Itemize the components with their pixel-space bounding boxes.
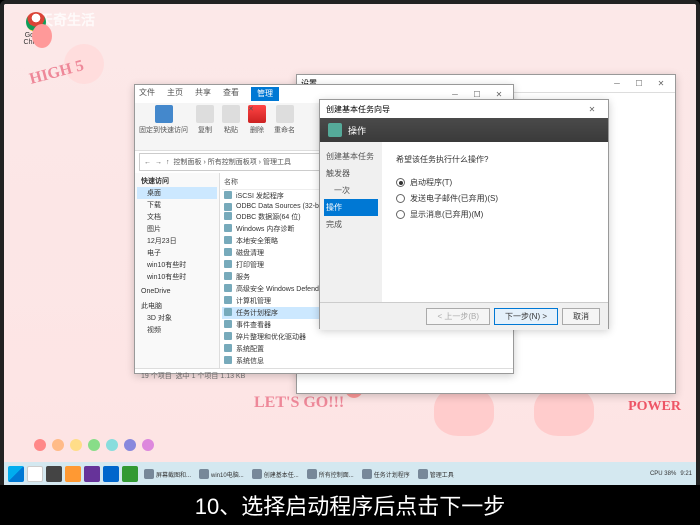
delete-icon: ✕ — [248, 105, 266, 123]
ribbon-copy[interactable]: 复制 — [196, 105, 214, 135]
tray-time: 9:21 — [680, 471, 692, 477]
radio-icon — [396, 178, 405, 187]
taskview-icon[interactable] — [46, 466, 62, 482]
sidebar-onedrive[interactable]: OneDrive — [137, 287, 217, 296]
wizard-main-panel: 希望该任务执行什么操作? 启动程序(T) 发送电子邮件(已弃用)(S) 显示消息… — [382, 142, 608, 302]
file-item[interactable]: 碎片整理和优化驱动器 — [222, 331, 511, 343]
sidebar-folder-3[interactable]: win10有些时 — [137, 259, 217, 271]
wizard-step-finish[interactable]: 完成 — [324, 216, 378, 233]
pin-icon — [155, 105, 173, 123]
file-item[interactable]: 性能监视器 — [222, 367, 511, 368]
app2-icon[interactable] — [122, 466, 138, 482]
radio-send-email[interactable]: 发送电子邮件(已弃用)(S) — [396, 193, 594, 204]
search-icon[interactable] — [27, 466, 43, 482]
system-tray[interactable]: CPU 38% 9:21 — [650, 471, 692, 477]
sidebar-folder-1[interactable]: 12月23日 — [137, 235, 217, 247]
taskbar-item[interactable]: 管理工具 — [415, 468, 457, 480]
wizard-step-create[interactable]: 创建基本任务 — [324, 148, 378, 165]
word-icon[interactable] — [103, 466, 119, 482]
wizard-header-title: 操作 — [348, 124, 366, 137]
rename-icon — [276, 105, 294, 123]
minimize-button[interactable]: ─ — [607, 77, 627, 91]
tab-share[interactable]: 共享 — [195, 87, 211, 101]
radio-start-program[interactable]: 启动程序(T) — [396, 177, 594, 188]
sidebar-downloads[interactable]: 下载 — [137, 199, 217, 211]
wizard-close-button[interactable]: ✕ — [582, 102, 602, 116]
power-sticker: POWER — [628, 399, 681, 415]
tab-home[interactable]: 主页 — [167, 87, 183, 101]
wizard-step-action[interactable]: 操作 — [324, 199, 378, 216]
sidebar-thispc[interactable]: 此电脑 — [137, 300, 217, 312]
file-item[interactable]: 系统信息 — [222, 355, 511, 367]
taskbar: 屏幕截图和...win10电脑...创建基本任...所有控制面...任务计划程序… — [4, 462, 696, 486]
radio-icon — [396, 210, 405, 219]
nav-fwd-icon[interactable]: → — [155, 159, 162, 166]
file-item[interactable]: 系统配置 — [222, 343, 511, 355]
letsgo-sticker: LET'S GO!!! — [254, 394, 344, 412]
taskbar-item[interactable]: win10电脑... — [196, 468, 247, 480]
sidebar-desktop[interactable]: 桌面 — [137, 187, 217, 199]
ribbon-pin[interactable]: 固定到快速访问 — [139, 105, 188, 135]
taskbar-item[interactable]: 任务计划程序 — [359, 468, 413, 480]
wizard-back-button[interactable]: < 上一步(B) — [426, 308, 490, 325]
nav-back-icon[interactable]: ← — [144, 159, 151, 166]
tab-manage[interactable]: 管理 — [251, 87, 279, 101]
tray-cpu: CPU 38% — [650, 471, 676, 477]
wizard-footer: < 上一步(B) 下一步(N) > 取消 — [320, 302, 608, 330]
explorer-sidebar: 快速访问 桌面 下载 文档 图片 12月23日 电子 win10有些时 win1… — [135, 173, 220, 368]
sidebar-videos[interactable]: 视频 — [137, 324, 217, 336]
wizard-step-once[interactable]: 一次 — [324, 182, 378, 199]
address-text: 控制面板 › 所有控制面板项 › 管理工具 — [174, 157, 291, 167]
sidebar-quick[interactable]: 快速访问 — [137, 175, 217, 187]
wizard-step-trigger[interactable]: 触发器 — [324, 165, 378, 182]
tab-file[interactable]: 文件 — [139, 87, 155, 101]
wizard-question: 希望该任务执行什么操作? — [396, 154, 594, 165]
high5-sticker: HIGH 5 — [28, 57, 86, 89]
explorer-statusbar: 19 个项目 选中 1 个项目 1.13 KB — [135, 368, 513, 384]
ribbon-delete[interactable]: ✕删除 — [248, 105, 266, 135]
color-dots — [34, 439, 154, 451]
sidebar-pictures[interactable]: 图片 — [137, 223, 217, 235]
taskbar-item[interactable]: 所有控制面... — [304, 468, 357, 480]
nav-up-icon[interactable]: ↑ — [166, 159, 170, 166]
taskbar-item[interactable]: 创建基本任... — [249, 468, 302, 480]
tab-view[interactable]: 查看 — [223, 87, 239, 101]
task-wizard-dialog[interactable]: 创建基本任务向导 ✕ 操作 创建基本任务 触发器 一次 操作 完成 希望该任务执 — [319, 99, 609, 329]
explorer-icon[interactable] — [65, 466, 81, 482]
desktop-wallpaper: 天奇生活 Google Chrome HIGH 5 LET'S GO!!! PO… — [4, 4, 696, 486]
wizard-next-button[interactable]: 下一步(N) > — [494, 308, 558, 325]
sidebar-documents[interactable]: 文档 — [137, 211, 217, 223]
radio-show-message[interactable]: 显示消息(已弃用)(M) — [396, 209, 594, 220]
app-icon[interactable] — [84, 466, 100, 482]
wizard-steps: 创建基本任务 触发器 一次 操作 完成 — [320, 142, 382, 302]
video-caption: 10、选择启动程序后点击下一步 — [0, 485, 700, 525]
wizard-header-icon — [328, 123, 342, 137]
paste-icon — [222, 105, 240, 123]
col-name[interactable]: 名称 — [224, 177, 238, 187]
balloon-sticker — [32, 24, 52, 48]
close-button[interactable]: ✕ — [651, 77, 671, 91]
radio-icon — [396, 194, 405, 203]
start-button[interactable] — [8, 466, 24, 482]
copy-icon — [196, 105, 214, 123]
wizard-header: 操作 — [320, 118, 608, 142]
ribbon-rename[interactable]: 重命名 — [274, 105, 295, 135]
sidebar-3d[interactable]: 3D 对象 — [137, 312, 217, 324]
wizard-window-title: 创建基本任务向导 — [326, 104, 390, 115]
sidebar-folder-4[interactable]: win10有些时 — [137, 271, 217, 283]
wizard-cancel-button[interactable]: 取消 — [562, 308, 600, 325]
sidebar-folder-2[interactable]: 电子 — [137, 247, 217, 259]
ribbon-paste[interactable]: 粘贴 — [222, 105, 240, 135]
taskbar-item[interactable]: 屏幕截图和... — [141, 468, 194, 480]
maximize-button[interactable]: ☐ — [629, 77, 649, 91]
